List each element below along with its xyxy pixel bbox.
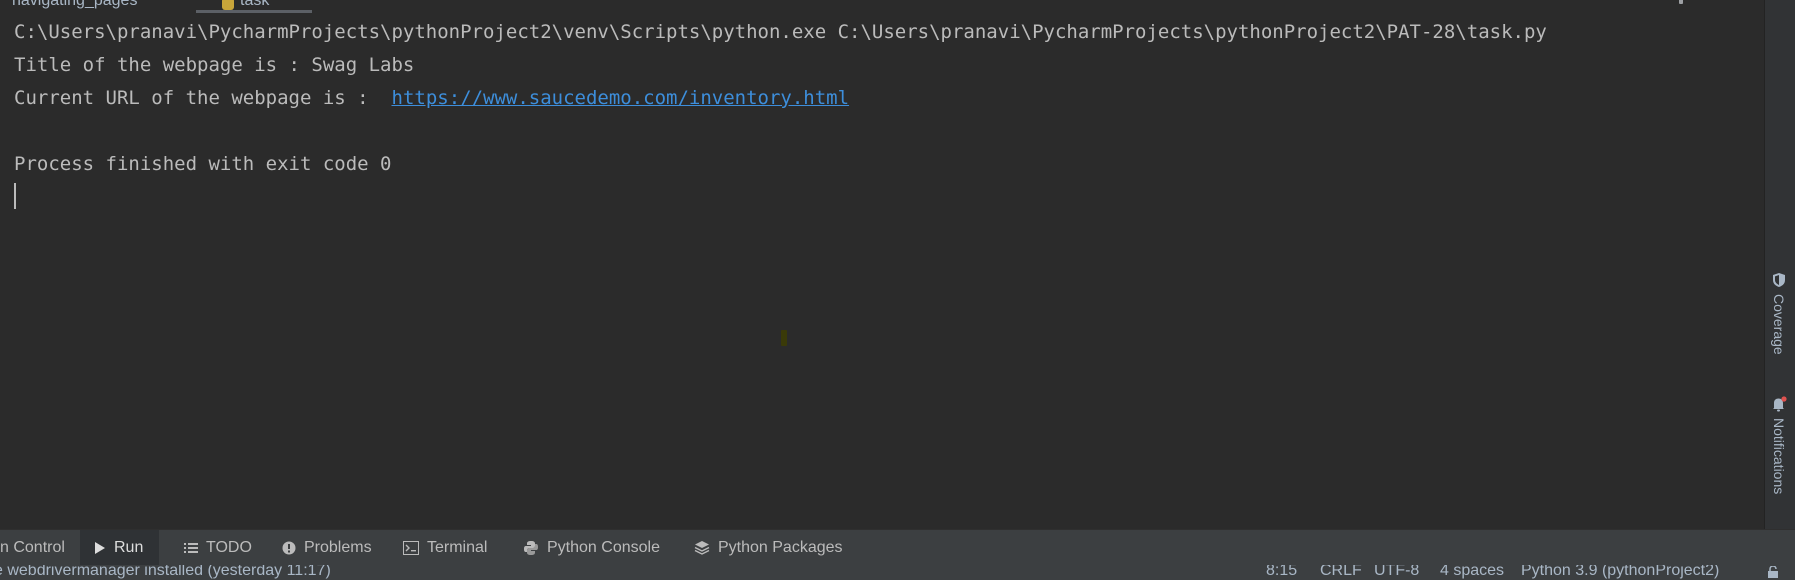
lock-icon[interactable] — [1767, 565, 1779, 578]
shield-icon — [1772, 272, 1786, 288]
file-encoding[interactable]: UTF-8 — [1374, 565, 1419, 580]
text-caret — [14, 183, 16, 209]
layers-icon — [694, 540, 710, 556]
terminal-icon — [403, 541, 419, 555]
more-options-icon[interactable] — [1679, 0, 1683, 4]
line-separator[interactable]: CRLF — [1320, 565, 1362, 580]
bell-icon — [1771, 396, 1787, 412]
right-tool-strip: Coverage Notifications — [1764, 0, 1795, 529]
tab-problems-label: Problems — [304, 539, 372, 556]
console-line-url: Current URL of the webpage is : https://… — [14, 82, 849, 115]
notifications-label: Notifications — [1771, 418, 1787, 495]
tab-python-packages[interactable]: Python Packages — [688, 530, 849, 566]
notifications-tool-button[interactable]: Notifications — [1768, 396, 1790, 494]
console-line-exit: Process finished with exit code 0 — [14, 153, 392, 175]
coverage-label: Coverage — [1771, 294, 1787, 355]
tab-run-label: Run — [114, 539, 144, 556]
tab-version-control[interactable]: n Control — [0, 530, 80, 566]
caret-position[interactable]: 8:15 — [1266, 565, 1297, 580]
info-icon — [282, 541, 296, 555]
tab-python-console-label: Python Console — [547, 539, 660, 556]
console-url-link[interactable]: https://www.saucedemo.com/inventory.html — [392, 87, 850, 109]
console-line-url-prefix: Current URL of the webpage is : — [14, 87, 392, 109]
editor-tab-task-label: task — [240, 0, 270, 9]
tab-python-console[interactable]: Python Console — [517, 530, 666, 566]
coverage-tool-button[interactable]: Coverage — [1768, 272, 1790, 355]
status-bar: e webdrivermanager installed (yesterday … — [0, 565, 1795, 580]
mouse-pointer — [781, 330, 787, 346]
tab-terminal[interactable]: Terminal — [397, 530, 493, 566]
tab-python-packages-label: Python Packages — [718, 539, 843, 556]
indent-setting[interactable]: 4 spaces — [1440, 565, 1504, 580]
tab-run[interactable]: Run — [80, 530, 160, 566]
tab-version-control-label: n Control — [0, 539, 65, 556]
status-message[interactable]: e webdrivermanager installed (yesterday … — [0, 565, 331, 580]
tab-problems[interactable]: Problems — [276, 530, 378, 566]
play-icon — [94, 541, 106, 555]
console-line-command: C:\Users\pranavi\PycharmProjects\pythonP… — [14, 21, 1547, 43]
active-tab-indicator — [196, 10, 312, 13]
python-file-icon — [222, 0, 234, 10]
console-line-title: Title of the webpage is : Swag Labs — [14, 54, 415, 76]
tool-window-bar: n Control Run TODO Problems Terminal Pyt… — [0, 529, 1795, 566]
python-interpreter[interactable]: Python 3.9 (pythonProject2) — [1521, 565, 1719, 580]
run-console-output[interactable]: C:\Users\pranavi\PycharmProjects\pythonP… — [0, 14, 1763, 529]
editor-tab-bar: navigating_pages task — [0, 0, 1763, 14]
editor-tab-task[interactable]: task — [222, 0, 269, 10]
editor-tab-navigating-pages[interactable]: navigating_pages — [12, 0, 137, 10]
tab-terminal-label: Terminal — [427, 539, 488, 556]
list-icon — [184, 542, 198, 554]
python-icon — [523, 540, 539, 556]
tab-todo[interactable]: TODO — [178, 530, 258, 566]
tab-todo-label: TODO — [206, 539, 252, 556]
